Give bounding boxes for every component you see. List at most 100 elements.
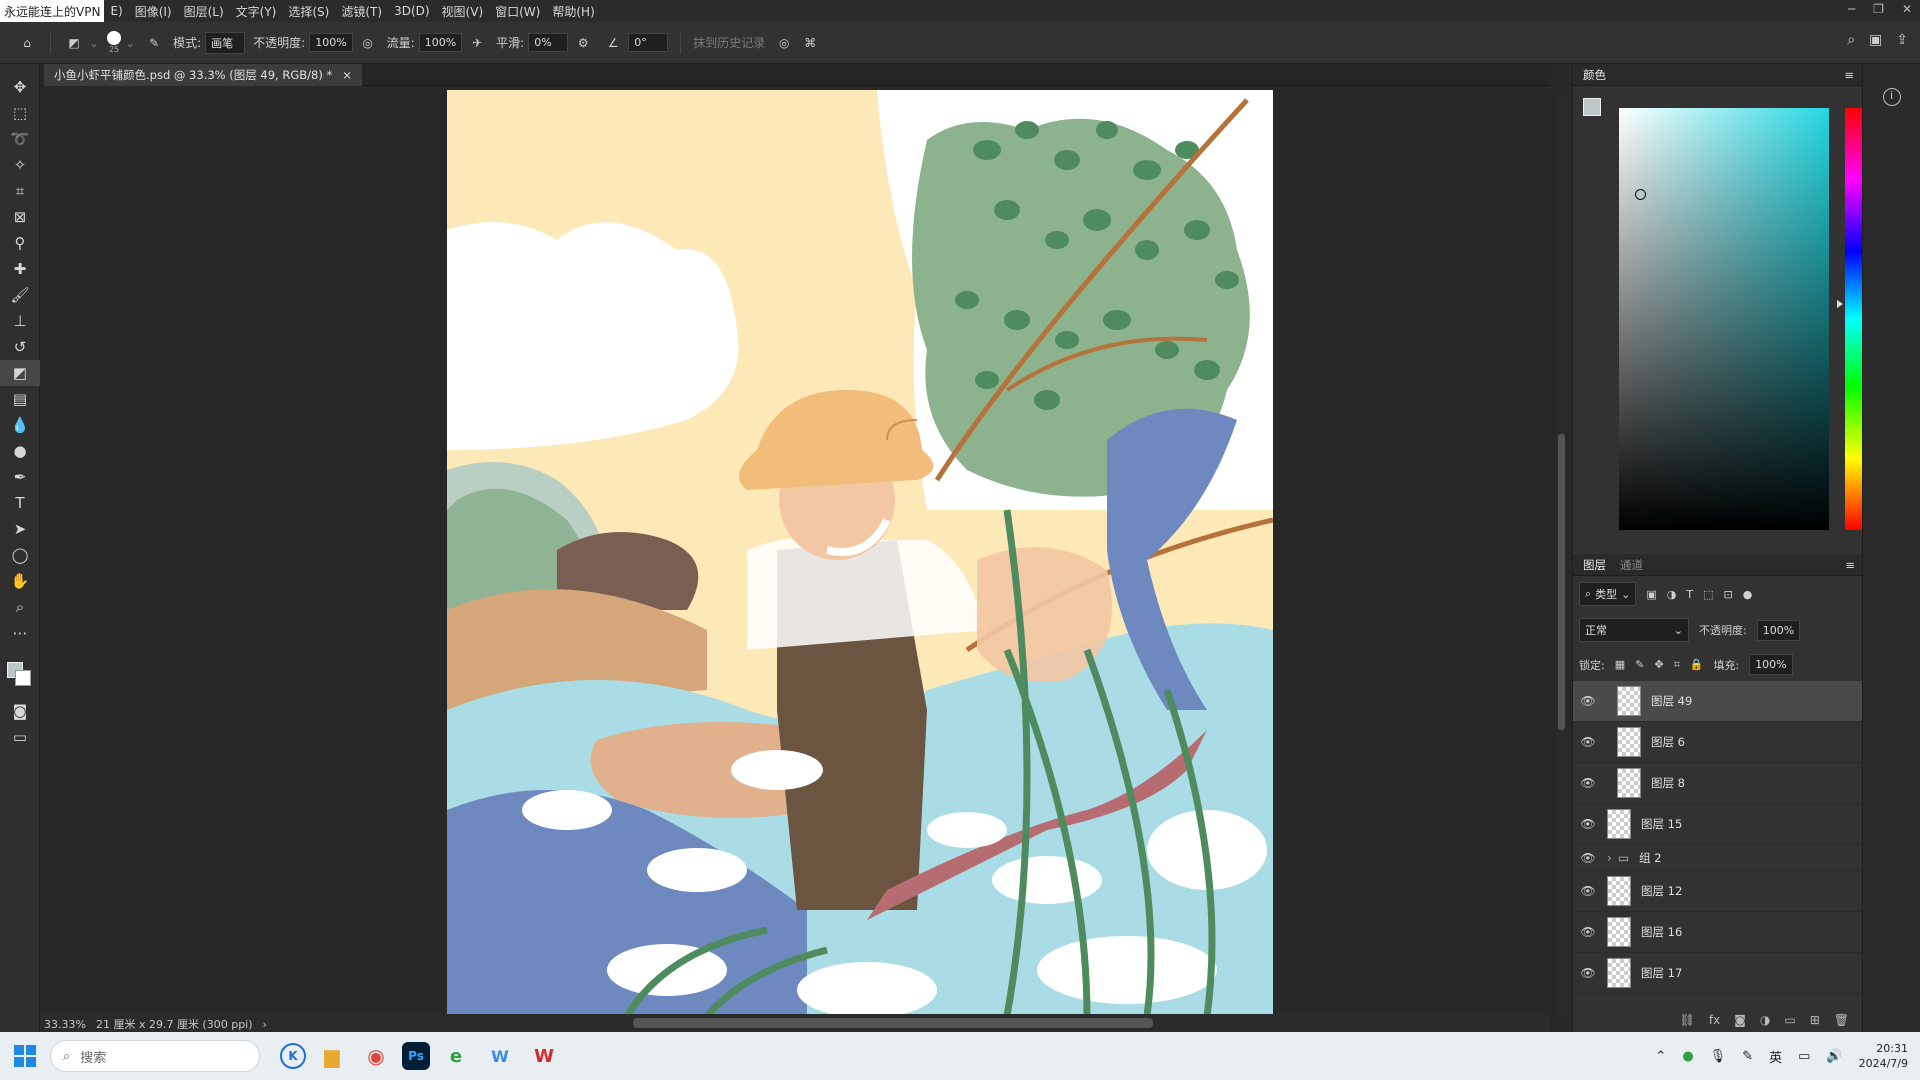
wps-icon[interactable]: W [526, 1038, 562, 1074]
crop-tool-icon[interactable]: ⌗ [0, 178, 40, 204]
layer-row[interactable]: 👁 图层 49 [1573, 681, 1863, 722]
pressure-opacity-icon[interactable]: ◎ [357, 32, 379, 54]
gradient-tool-icon[interactable]: ▤ [0, 386, 40, 412]
restore-icon[interactable]: ❐ [1873, 2, 1884, 16]
photoshop-icon[interactable]: Ps [402, 1042, 430, 1070]
healing-tool-icon[interactable]: ✚ [0, 256, 40, 282]
layer-row[interactable]: 👁 图层 8 [1573, 763, 1863, 804]
visibility-eye-icon[interactable]: 👁 [1573, 966, 1603, 980]
mode-select[interactable]: 画笔 [205, 31, 246, 54]
frame-tool-icon[interactable]: ⊠ [0, 204, 40, 230]
layer-row[interactable]: 👁 图层 17 [1573, 953, 1863, 994]
ime-indicator[interactable]: 英 [1769, 1047, 1782, 1066]
taskbar-search[interactable]: ⌕ 搜索 [50, 1040, 260, 1072]
quick-mask-icon[interactable]: ◙ [0, 698, 40, 724]
horizontal-scroll-thumb[interactable] [633, 1018, 1153, 1028]
filter-adjust-icon[interactable]: ◑ [1667, 588, 1677, 601]
filter-pixel-icon[interactable]: ▣ [1646, 588, 1656, 601]
eyedropper-tool-icon[interactable]: ⚲ [0, 230, 40, 256]
filter-toggle-icon[interactable]: ● [1743, 588, 1753, 601]
lock-artboard-icon[interactable]: ⌗ [1674, 658, 1680, 672]
layer-row[interactable]: 👁 图层 6 [1573, 722, 1863, 763]
document-tab[interactable]: 小鱼小虾平铺颜色.psd @ 33.3% (图层 49, RGB/8) * × [44, 64, 362, 86]
minimize-icon[interactable]: ─ [1848, 2, 1855, 16]
new-layer-icon[interactable]: ⊞ [1810, 1013, 1820, 1027]
layer-row[interactable]: 👁 图层 12 [1573, 871, 1863, 912]
hue-slider-marker[interactable] [1837, 300, 1843, 308]
home-icon[interactable]: ⌂ [16, 32, 38, 54]
panel-menu-icon[interactable]: ≡ [1844, 68, 1854, 82]
volume-icon[interactable]: 🔊 [1826, 1049, 1842, 1064]
visibility-eye-icon[interactable]: 👁 [1573, 776, 1603, 790]
visibility-eye-icon[interactable]: 👁 [1573, 884, 1603, 898]
marquee-tool-icon[interactable]: ⬚ [0, 100, 40, 126]
eraser-preset-icon[interactable]: ◩ [63, 32, 85, 54]
angle-input[interactable]: 0° [628, 33, 669, 52]
menu-image[interactable]: 图像(I) [129, 0, 178, 22]
network-icon[interactable]: ▭ [1798, 1049, 1810, 1064]
layer-row[interactable]: 👁 图层 15 [1573, 804, 1863, 845]
menu-view[interactable]: 视图(V) [436, 0, 490, 22]
zoom-level[interactable]: 33.33% [44, 1018, 86, 1031]
link-layers-icon[interactable]: ⛓ [1680, 1013, 1695, 1027]
color-panel-title[interactable]: 颜色 [1583, 67, 1606, 83]
visibility-eye-icon[interactable]: 👁 [1573, 817, 1603, 831]
fx-icon[interactable]: fx [1709, 1013, 1720, 1027]
path-select-tool-icon[interactable]: ➤ [0, 516, 40, 542]
magic-wand-tool-icon[interactable]: ✧ [0, 152, 40, 178]
menu-help[interactable]: 帮助(H) [546, 0, 600, 22]
workspace-icon[interactable]: ▣ [1869, 32, 1882, 48]
search-icon[interactable]: ⌕ [1847, 32, 1855, 48]
delete-layer-icon[interactable]: 🗑 [1834, 1013, 1849, 1027]
menu-edit[interactable]: E) [104, 0, 128, 22]
menu-type[interactable]: 文字(Y) [230, 0, 283, 22]
app-w-icon[interactable]: W [482, 1038, 518, 1074]
layer-group-row[interactable]: 👁 › ▭ 组 2 [1573, 845, 1863, 871]
edge-icon[interactable]: e [438, 1038, 474, 1074]
pen-icon[interactable]: ✎ [1742, 1049, 1753, 1064]
microphone-icon[interactable]: 🎙 [1710, 1049, 1727, 1064]
new-group-icon[interactable]: ▭ [1784, 1013, 1795, 1027]
app-k-icon[interactable]: K [280, 1043, 306, 1069]
flow-input[interactable]: 100% [418, 33, 463, 52]
windows-start-icon[interactable] [0, 1045, 50, 1067]
close-icon[interactable]: ✕ [1902, 2, 1912, 16]
lock-move-icon[interactable]: ✥ [1654, 658, 1663, 671]
visibility-eye-icon[interactable]: 👁 [1573, 925, 1603, 939]
saturation-brightness-field[interactable] [1619, 108, 1829, 530]
menu-layer[interactable]: 图层(L) [178, 0, 230, 22]
gear-icon[interactable]: ⚙ [572, 32, 594, 54]
share-icon[interactable]: ⇪ [1896, 32, 1908, 48]
airbrush-icon[interactable]: ✈ [466, 32, 488, 54]
panel-fg-bg-swatch[interactable] [1583, 98, 1613, 128]
chevron-up-icon[interactable]: ⌃ [1655, 1049, 1666, 1064]
smooth-input[interactable]: 0% [528, 33, 569, 52]
opacity-input[interactable]: 100% [309, 33, 353, 52]
lock-all-icon[interactable]: 🔒 [1690, 658, 1704, 671]
symmetry-icon[interactable]: ⌘ [799, 32, 821, 54]
screen-mode-icon[interactable]: ▭ [0, 724, 40, 750]
chrome-icon[interactable]: ◉ [358, 1038, 394, 1074]
lasso-tool-icon[interactable]: ➰ [0, 126, 40, 152]
fill-input[interactable]: 100% [1749, 654, 1793, 675]
brush-tool-icon[interactable]: 🖌 [0, 282, 40, 308]
ellipse-tool-icon[interactable]: ◯ [0, 542, 40, 568]
pen-tool-icon[interactable]: ✒ [0, 464, 40, 490]
lock-paint-icon[interactable]: ✎ [1635, 658, 1644, 671]
tab-channels[interactable]: 通道 [1620, 557, 1643, 573]
filter-smart-icon[interactable]: ⊡ [1724, 588, 1733, 601]
zoom-tool-icon[interactable]: ⌕ [0, 594, 40, 620]
menu-3d[interactable]: 3D(D) [388, 0, 435, 22]
info-icon[interactable]: i [1882, 88, 1901, 106]
hue-slider[interactable] [1845, 108, 1863, 530]
brush-settings-icon[interactable]: ✎ [143, 32, 165, 54]
erase-to-history-option[interactable]: 抹到历史记录 [693, 34, 765, 51]
history-brush-tool-icon[interactable]: ↺ [0, 334, 40, 360]
visibility-eye-icon[interactable]: 👁 [1573, 851, 1603, 865]
hand-tool-icon[interactable]: ✋ [0, 568, 40, 594]
chevron-right-icon[interactable]: › [1607, 851, 1612, 865]
artwork-canvas[interactable] [447, 90, 1273, 1016]
more-tools-icon[interactable]: ⋯ [0, 620, 40, 646]
color-swatches[interactable] [0, 652, 39, 692]
canvas-workspace[interactable] [40, 86, 1550, 1016]
